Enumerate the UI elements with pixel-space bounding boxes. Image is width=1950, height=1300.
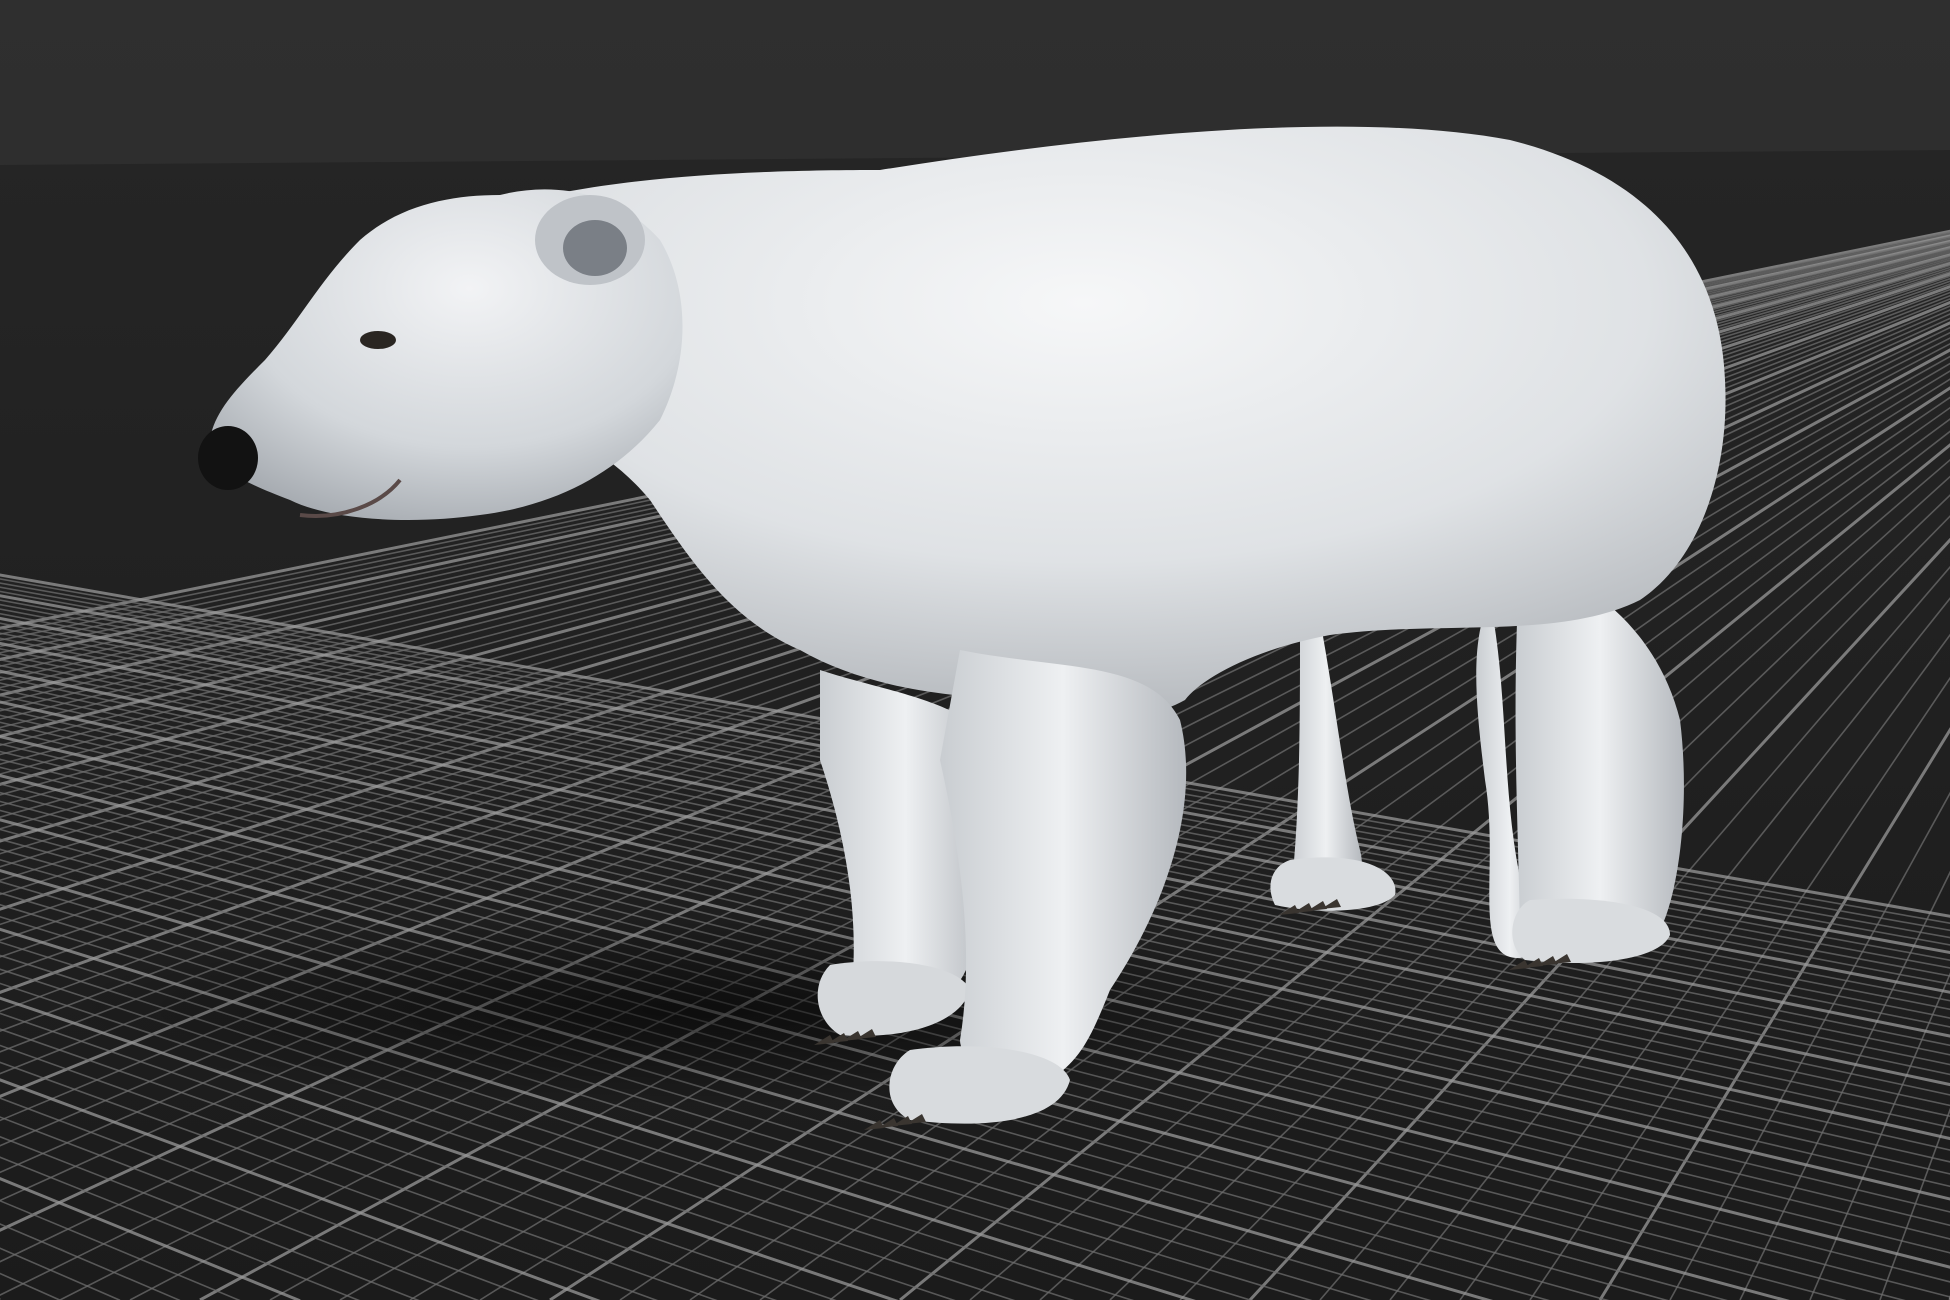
3d-viewport[interactable] xyxy=(0,0,1950,1300)
bear-ear-inner xyxy=(563,220,627,276)
bear-nose xyxy=(198,426,258,490)
bear-shadow xyxy=(60,915,1340,1105)
bear-eye xyxy=(360,331,396,349)
viewport-scene[interactable] xyxy=(0,0,1950,1300)
